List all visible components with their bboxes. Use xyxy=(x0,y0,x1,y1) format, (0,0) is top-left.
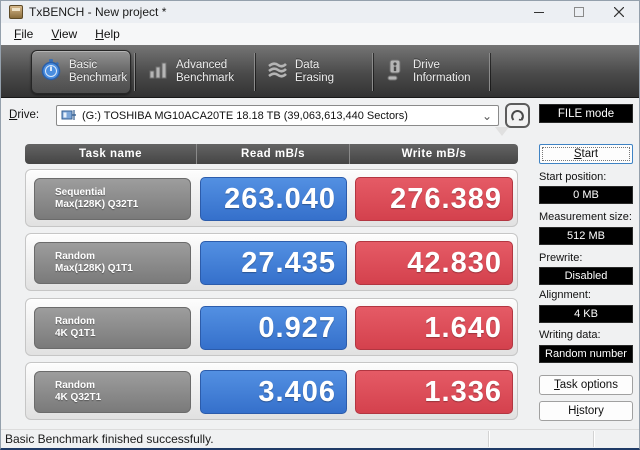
tab-label: Data Erasing xyxy=(295,59,334,84)
stopwatch-icon xyxy=(40,58,62,86)
drive-selected-value: (G:) TOSHIBA MG10ACA20TE 18.18 TB (39,06… xyxy=(82,109,408,122)
refresh-drives-button[interactable] xyxy=(505,103,530,128)
close-button[interactable] xyxy=(599,1,639,23)
start-position-label: Start position: xyxy=(539,171,607,183)
window-title: TxBENCH - New project * xyxy=(29,5,167,19)
tab-drive-information[interactable]: Drive Information xyxy=(376,50,486,94)
toolbar: Basic Benchmark Advanced Benchmark Data … xyxy=(1,45,639,136)
app-icon xyxy=(9,5,23,19)
task-button[interactable]: Random 4K Q32T1 xyxy=(34,371,191,413)
read-value: 3.406 xyxy=(200,370,347,414)
header-read: Read mB/s xyxy=(196,144,349,164)
measurement-size-label: Measurement size: xyxy=(539,211,632,223)
tab-data-erasing[interactable]: Data Erasing xyxy=(258,50,368,94)
table-row-random-q1t1: Random Max(128K) Q1T1 27.435 42.830 xyxy=(25,233,518,291)
table-row-random-4k-q1t1: Random 4K Q1T1 0.927 1.640 xyxy=(25,298,518,356)
prewrite-label: Prewrite: xyxy=(539,252,583,264)
menu-bar: File View Help xyxy=(1,23,639,45)
task-button[interactable]: Sequential Max(128K) Q32T1 xyxy=(34,178,191,220)
write-value: 1.336 xyxy=(355,370,513,414)
history-button[interactable]: History xyxy=(539,401,633,421)
header-task-name: Task name xyxy=(78,148,143,160)
toolbar-separator xyxy=(254,53,255,91)
drive-select[interactable]: (G:) TOSHIBA MG10ACA20TE 18.18 TB (39,06… xyxy=(56,105,499,126)
write-value: 42.830 xyxy=(355,241,513,285)
refresh-icon xyxy=(510,108,525,123)
writing-data-value[interactable]: Random number xyxy=(539,345,633,363)
benchmark-table-header: Task name Read mB/s Write mB/s xyxy=(25,144,518,164)
minimize-button[interactable] xyxy=(519,1,559,23)
title-bar: TxBENCH - New project * xyxy=(1,1,639,23)
task-button[interactable]: Random 4K Q1T1 xyxy=(34,307,191,349)
drive-info-icon xyxy=(384,58,406,86)
eraser-icon xyxy=(266,60,288,84)
tab-label: Advanced Benchmark xyxy=(176,59,235,84)
task-button[interactable]: Random Max(128K) Q1T1 xyxy=(34,242,191,284)
toolbar-separator xyxy=(372,53,373,91)
file-mode-button[interactable]: FILE mode xyxy=(539,104,633,123)
tab-basic-benchmark[interactable]: Basic Benchmark xyxy=(31,50,131,94)
menu-help[interactable]: Help xyxy=(86,25,129,43)
toolbar-separator xyxy=(134,53,135,91)
status-bar: Basic Benchmark finished successfully. xyxy=(1,429,639,448)
read-value: 0.927 xyxy=(200,306,347,350)
status-message: Basic Benchmark finished successfully. xyxy=(5,432,214,446)
prewrite-value[interactable]: Disabled xyxy=(539,267,633,285)
read-value: 27.435 xyxy=(200,241,347,285)
tab-label: Drive Information xyxy=(413,59,471,84)
tab-label: Basic Benchmark xyxy=(69,59,128,84)
bar-chart-icon xyxy=(147,59,169,85)
alignment-label: Alignment: xyxy=(539,289,591,301)
tab-advanced-benchmark[interactable]: Advanced Benchmark xyxy=(139,50,251,94)
measurement-size-value[interactable]: 512 MB xyxy=(539,227,633,245)
status-bar-divider xyxy=(488,431,489,447)
drive-icon xyxy=(61,109,77,122)
task-options-button[interactable]: Task options xyxy=(539,375,633,395)
write-value: 1.640 xyxy=(355,306,513,350)
start-button[interactable]: Start xyxy=(539,144,633,164)
toolbar-overflow-arrow-icon[interactable] xyxy=(495,127,509,136)
table-row-sequential-q32t1: Sequential Max(128K) Q32T1 263.040 276.38… xyxy=(25,169,518,227)
status-bar-divider xyxy=(593,431,594,447)
menu-file[interactable]: File xyxy=(5,25,42,43)
menu-view[interactable]: View xyxy=(42,25,86,43)
alignment-value[interactable]: 4 KB xyxy=(539,305,633,323)
chevron-down-icon: ⌄ xyxy=(481,108,492,123)
start-position-value[interactable]: 0 MB xyxy=(539,186,633,204)
table-row-random-4k-q32t1: Random 4K Q32T1 3.406 1.336 xyxy=(25,362,518,420)
txbench-window: TxBENCH - New project * File View Help B… xyxy=(0,0,640,450)
writing-data-label: Writing data: xyxy=(539,329,601,341)
drive-label: Drive: xyxy=(9,109,40,121)
maximize-button[interactable] xyxy=(559,1,599,23)
toolbar-separator xyxy=(489,53,490,91)
header-write: Write mB/s xyxy=(349,144,518,164)
write-value: 276.389 xyxy=(355,177,513,221)
read-value: 263.040 xyxy=(200,177,347,221)
